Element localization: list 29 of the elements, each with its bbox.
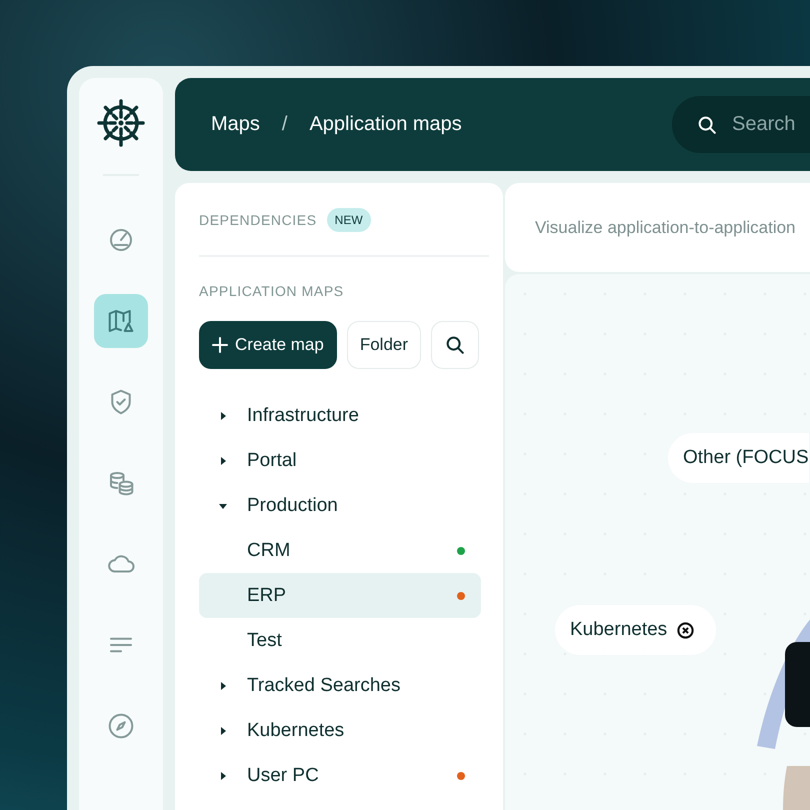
breadcrumb-link[interactable]: Maps xyxy=(211,113,260,136)
section-label: DEPENDENCIES xyxy=(199,212,317,228)
tree-item[interactable]: User PC xyxy=(199,753,481,798)
map-node[interactable]: Kubernetes xyxy=(555,605,716,655)
ship-wheel-logo-icon[interactable] xyxy=(96,98,146,148)
tree-item[interactable]: Infrastructure xyxy=(199,393,481,438)
remove-icon[interactable] xyxy=(677,622,694,638)
map-node[interactable]: Other (FOCUS xyxy=(668,433,809,483)
breadcrumb-separator: / xyxy=(282,113,288,136)
search-icon xyxy=(696,114,718,136)
nav-button[interactable] xyxy=(94,294,148,348)
search-button[interactable] xyxy=(431,321,480,369)
compass-icon xyxy=(106,711,136,741)
plus-icon xyxy=(212,337,228,353)
folder-button[interactable]: Folder xyxy=(346,321,422,369)
breadcrumb-link[interactable]: Application maps xyxy=(309,113,462,136)
create-map-button[interactable]: Create map xyxy=(199,321,337,369)
description-text: Visualize application-to-application xyxy=(535,218,796,238)
tree-item[interactable]: ERP xyxy=(199,573,481,618)
tree-item[interactable]: Tracked Searches xyxy=(199,663,481,708)
tree-item[interactable]: Portal xyxy=(199,438,481,483)
new-badge: NEW xyxy=(326,208,371,232)
tree-item[interactable]: Test xyxy=(199,618,481,663)
tree-item[interactable]: Kubernetes xyxy=(199,708,481,753)
tree-item[interactable]: Production xyxy=(199,483,481,528)
search-icon xyxy=(444,334,466,356)
section-title: APPLICATION MAPS xyxy=(199,283,345,299)
search-field[interactable]: Search xyxy=(732,113,802,136)
tree-item[interactable]: CRM xyxy=(199,528,481,573)
